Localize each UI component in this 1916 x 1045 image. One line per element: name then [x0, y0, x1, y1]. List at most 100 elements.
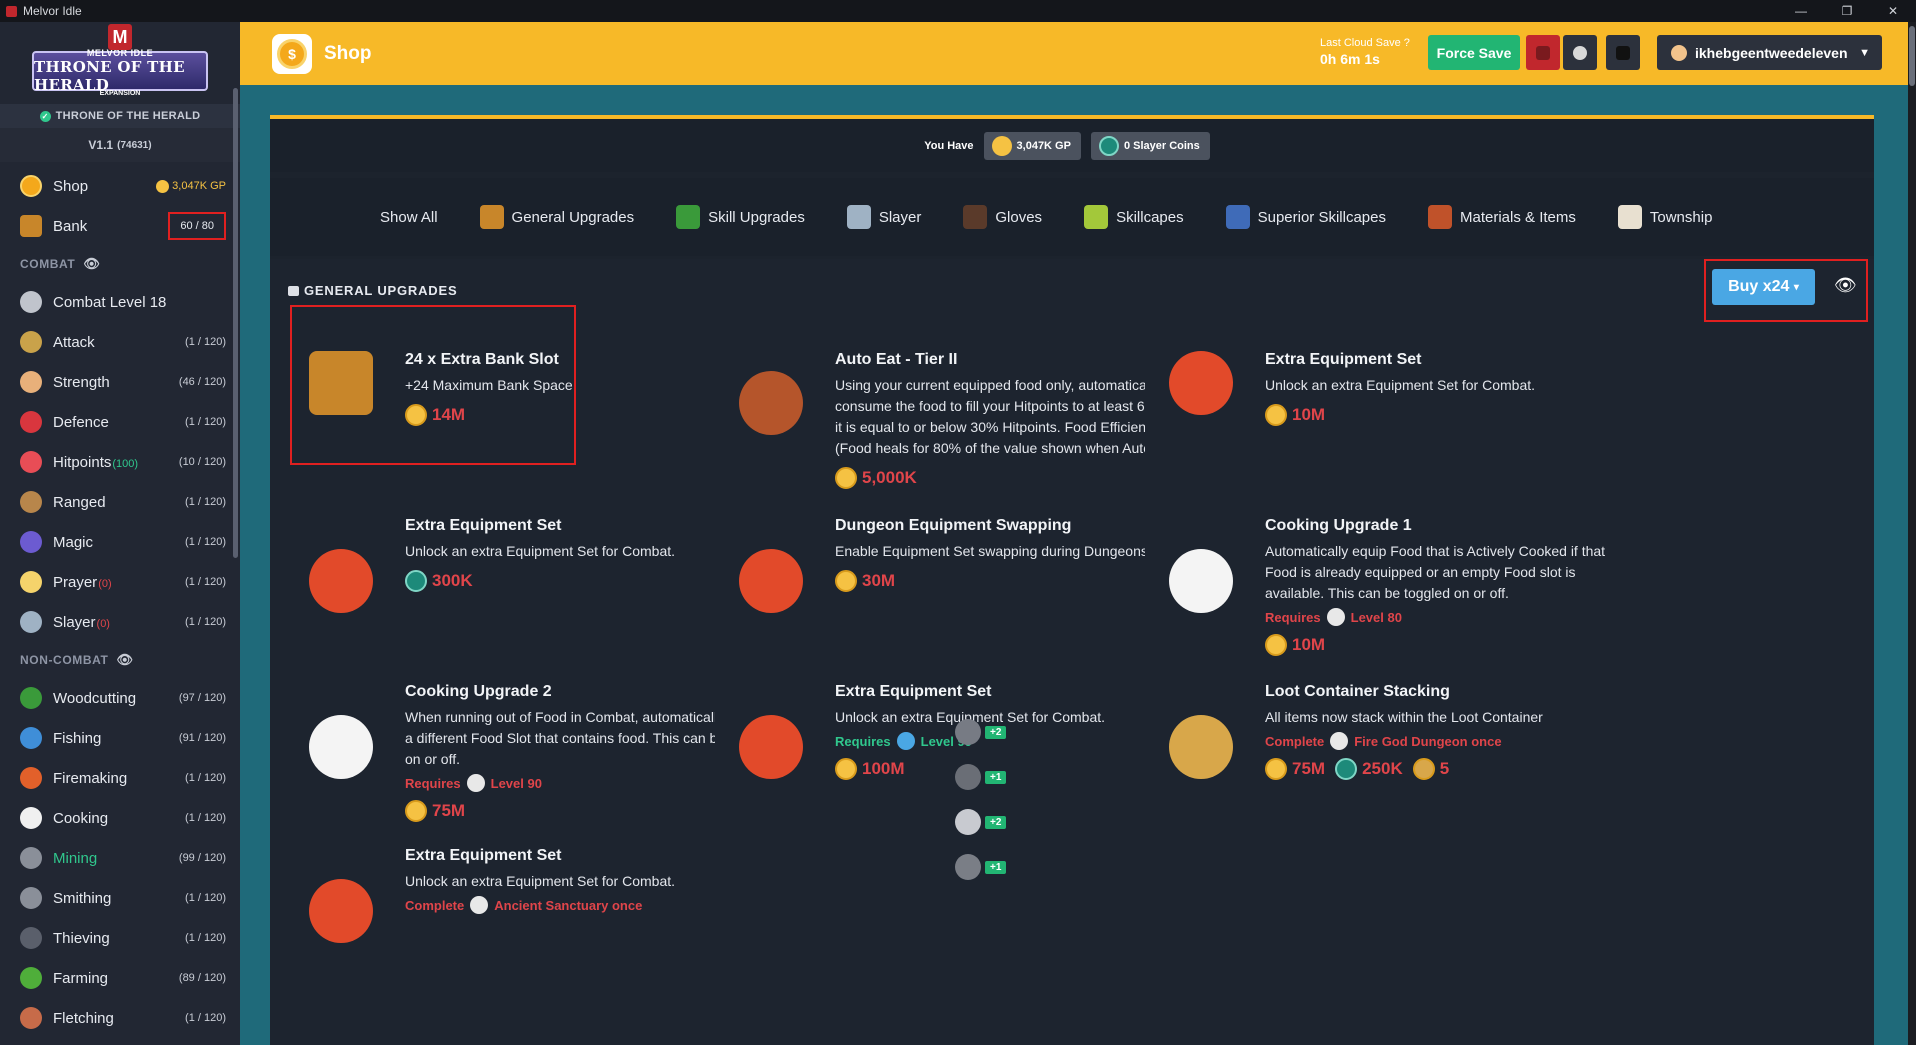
item-name: Cooking Upgrade 1 [1265, 517, 1412, 534]
notification-button[interactable] [1526, 35, 1560, 70]
gp-coin-icon [1265, 634, 1287, 656]
game-logo[interactable]: M MELVOR IDLE THRONE OF THE HERALD EXPAN… [0, 22, 240, 104]
tab-township[interactable]: Township [1617, 205, 1712, 229]
sidebar-item-smithing[interactable]: Smithing (1 / 120) [0, 878, 240, 918]
tab-slayer[interactable]: Slayer [846, 205, 921, 229]
fishing-icon [18, 725, 44, 751]
skill-level: (1 / 120) [185, 772, 226, 784]
tab-materials-items[interactable]: Materials & Items [1428, 205, 1576, 229]
potion-button[interactable] [1563, 35, 1597, 70]
tab-general-upgrades[interactable]: General Upgrades [479, 205, 634, 229]
skill-level: (99 / 120) [178, 852, 226, 864]
sidebar-item-bank[interactable]: Bank 60 / 80 [0, 206, 240, 246]
tab-skillcapes[interactable]: Skillcapes [1084, 205, 1184, 229]
minimize-button[interactable]: — [1778, 0, 1824, 22]
item-name: Loot Container Stacking [1265, 683, 1450, 700]
requirement-icon [1326, 608, 1345, 626]
sidebar-item-slayer[interactable]: Slayer(0) (1 / 120) [0, 602, 240, 642]
sidebar-item-thieving[interactable]: Thieving (1 / 120) [0, 918, 240, 958]
eye-icon[interactable]: 👁 [83, 256, 100, 272]
tab-gloves[interactable]: Gloves [963, 205, 1042, 229]
strength-icon [18, 369, 44, 395]
app-icon [6, 5, 17, 17]
sidebar-item-ranged[interactable]: Ranged (1 / 120) [0, 482, 240, 522]
tab-skill-upgrades[interactable]: Skill Upgrades [676, 205, 805, 229]
window-title: Melvor Idle [23, 4, 82, 18]
sidebar-item-cooking[interactable]: Cooking (1 / 120) [0, 798, 240, 838]
item-requirement: Complete Fire God Dungeon once [1265, 732, 1502, 750]
shop-category-tabs: Show All General Upgrades Skill Upgrades Sl… [270, 178, 1874, 256]
bank-slot-count: 60 / 80 [168, 212, 226, 240]
currency-bar: You Have 3,047K GP 0 Slayer Coins [270, 115, 1874, 172]
avatar [1671, 44, 1687, 61]
noncombat-section-header[interactable]: NON-COMBAT 👁 [0, 642, 240, 678]
settings-button[interactable] [1606, 35, 1640, 70]
slayer-icon [846, 205, 871, 229]
skull-icon [1616, 45, 1630, 60]
slayer-icon [18, 609, 44, 635]
ore-icon [955, 719, 981, 745]
shop-item-card[interactable]: Extra Equipment Set Unlock an extra Equip… [285, 829, 801, 1029]
close-button[interactable]: ✕ [1870, 0, 1916, 22]
sidebar-item-defence[interactable]: Defence (1 / 120) [0, 402, 240, 442]
sidebar-item-fishing[interactable]: Fishing (91 / 120) [0, 718, 240, 758]
helmet-plus-icon [309, 549, 373, 613]
sidebar-item-magic[interactable]: Magic (1 / 120) [0, 522, 240, 562]
sidebar-item-attack[interactable]: Attack (1 / 120) [0, 322, 240, 362]
slayer-coin-icon [1335, 758, 1358, 780]
skill-level: (89 / 120) [178, 972, 226, 984]
shop-item-card[interactable]: Extra Equipment Set Unlock an extra Equip… [1145, 321, 1661, 501]
item-name: Extra Equipment Set [1265, 351, 1422, 368]
smithing-icon [18, 885, 44, 911]
ore-icon [955, 854, 981, 880]
buy-quantity-dropdown[interactable]: Buy x24 ▾ [1712, 269, 1815, 305]
item-requirement: Complete Ancient Sanctuary once [405, 896, 643, 914]
section-title: GENERAL UPGRADES [288, 283, 457, 298]
eye-icon[interactable]: 👁 [116, 652, 133, 668]
sidebar-item-hitpoints[interactable]: Hitpoints(100) (10 / 120) [0, 442, 240, 482]
sidebar-item-prayer[interactable]: Prayer(0) (1 / 120) [0, 562, 240, 602]
sidebar-item-firemaking[interactable]: Firemaking (1 / 120) [0, 758, 240, 798]
gp-coin-icon [1265, 758, 1287, 780]
slayer-coin-icon [1098, 135, 1119, 156]
restore-button[interactable]: ❐ [1824, 0, 1870, 22]
help-icon: ? [1403, 37, 1410, 49]
check-icon: ✓ [39, 110, 51, 122]
helmet-swap-icon [739, 549, 803, 613]
sidebar-item-strength[interactable]: Strength (46 / 120) [0, 362, 240, 402]
gp-amount: 3,047K GP [156, 179, 226, 193]
necklace-icon [1169, 715, 1233, 779]
skill-level: (97 / 120) [178, 692, 226, 704]
sidebar-item-mining[interactable]: Mining (99 / 120) [0, 838, 240, 878]
sidebar-item-combat-level[interactable]: Combat Level 18 [0, 282, 240, 322]
skill-level: (1 / 120) [185, 336, 226, 348]
tab-superior-skillcapes[interactable]: Superior Skillcapes [1225, 205, 1386, 229]
sidebar-item-shop[interactable]: Shop 3,047K GP [0, 166, 240, 206]
force-save-button[interactable]: Force Save [1428, 35, 1520, 70]
loot-drop-notification: +2 [955, 809, 1007, 835]
sidebar-item-woodcutting[interactable]: Woodcutting (97 / 120) [0, 678, 240, 718]
firemaking-icon [18, 765, 44, 791]
eye-icon[interactable]: 👁 [1834, 275, 1857, 296]
item-description: Unlock an extra Equipment Set for Combat… [1265, 377, 1536, 393]
necklace-item-icon [1412, 758, 1435, 780]
bell-icon [1536, 45, 1550, 60]
expansion-badge[interactable]: ✓ THRONE OF THE HERALD [0, 104, 240, 128]
sidebar-scrollbar[interactable] [233, 88, 238, 558]
sidebar-item-fletching[interactable]: Fletching (1 / 120) [0, 998, 240, 1038]
tab-show-all[interactable]: Show All [380, 209, 438, 226]
main-scrollbar[interactable] [1908, 22, 1916, 1045]
sidebar-item-farming[interactable]: Farming (89 / 120) [0, 958, 240, 998]
skill-level: (1 / 120) [185, 932, 226, 944]
crab-timer-icon [739, 371, 803, 435]
shop-item-card[interactable]: Cooking Upgrade 1 Automatically equip Foo… [1145, 499, 1661, 679]
helmet-plus-icon [1169, 351, 1233, 415]
ore-icon [955, 809, 981, 835]
farming-icon [18, 965, 44, 991]
shop-item-card[interactable]: Loot Container Stacking All items now sta… [1145, 665, 1661, 845]
woodcutting-icon [18, 685, 44, 711]
combat-section-header[interactable]: COMBAT 👁 [0, 246, 240, 282]
user-dropdown[interactable]: ikhebgeentweedeleven ▼ [1657, 35, 1882, 70]
skill-level: (1 / 120) [185, 812, 226, 824]
gp-coin-icon [835, 467, 857, 489]
